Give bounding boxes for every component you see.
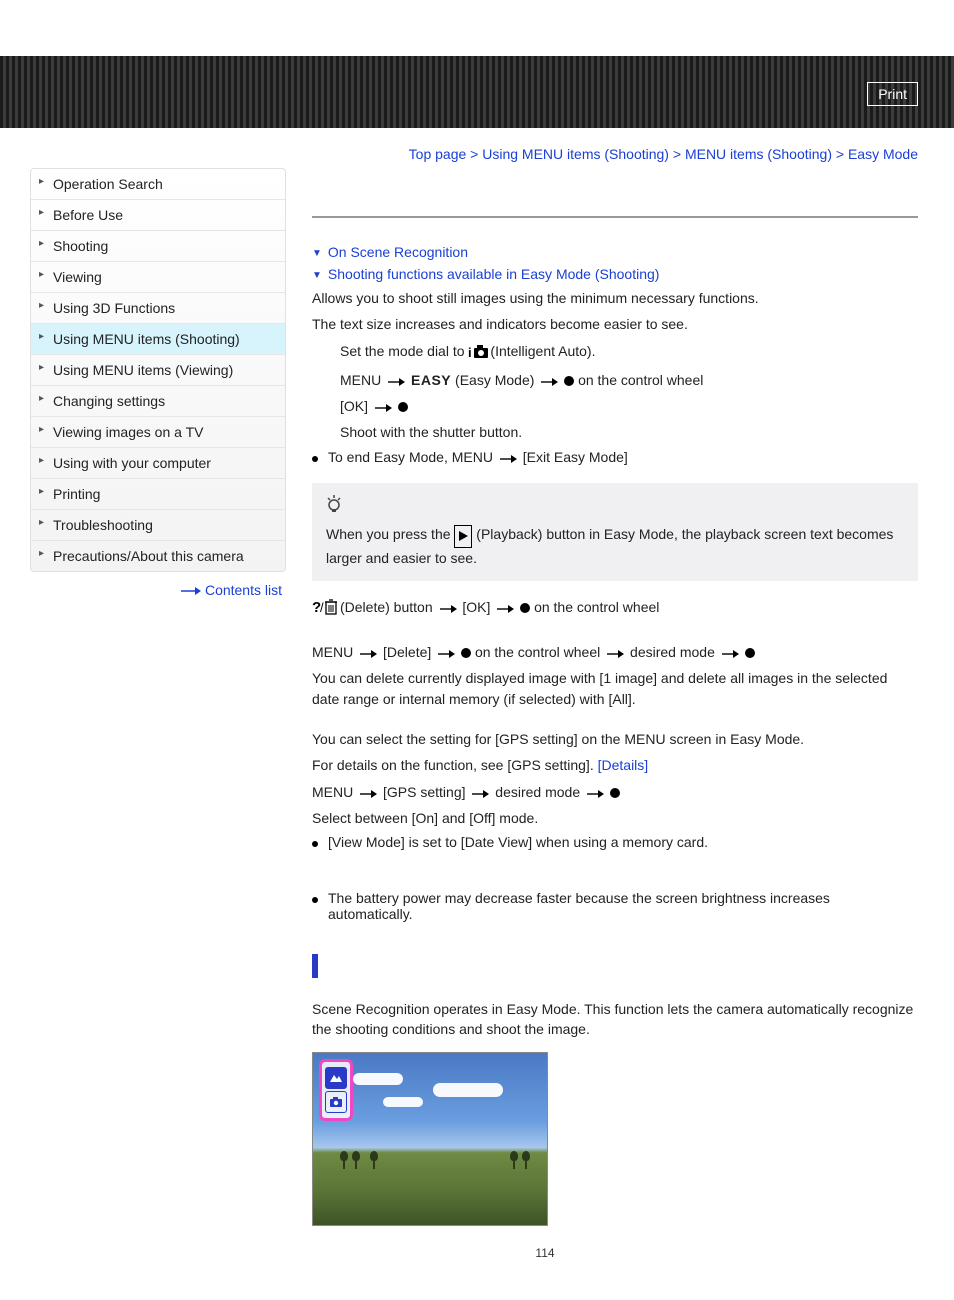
gps-p4: Select between [On] and [Off] mode. <box>312 808 918 828</box>
sidebar-item[interactable]: Printing <box>31 478 285 509</box>
arrow-icon <box>385 370 407 390</box>
print-button[interactable]: Print <box>867 82 918 106</box>
svg-text:/: / <box>320 600 324 615</box>
sidebar-item[interactable]: Shooting <box>31 230 285 261</box>
arrow-icon <box>494 597 516 617</box>
sidebar-item[interactable]: Viewing <box>31 261 285 292</box>
bullet-icon <box>312 897 318 903</box>
sidebar-item[interactable]: Troubleshooting <box>31 509 285 540</box>
step-4: Shoot with the shutter button. <box>340 422 918 442</box>
contents-list-row: Contents list <box>30 572 286 598</box>
easy-icon: EASY <box>411 372 451 388</box>
gps-p2: For details on the function, see [GPS se… <box>312 755 918 775</box>
anchor-shooting-functions[interactable]: Shooting functions available in Easy Mod… <box>312 266 918 282</box>
arrow-right-icon <box>181 582 201 598</box>
intelligent-auto-icon: i <box>468 344 490 364</box>
step-2: MENU EASY (Easy Mode) on the control whe… <box>340 370 918 390</box>
step-3: [OK] <box>340 396 918 416</box>
sidebar: Operation SearchBefore UseShootingViewin… <box>30 168 286 572</box>
crumb-top[interactable]: Top page <box>409 146 467 162</box>
sidebar-item[interactable]: Using 3D Functions <box>31 292 285 323</box>
center-button-icon <box>610 788 620 798</box>
scene-desc: Scene Recognition operates in Easy Mode.… <box>312 999 918 1040</box>
anchor-scene-recognition[interactable]: On Scene Recognition <box>312 244 918 260</box>
breadcrumb: Top page > Using MENU items (Shooting) >… <box>0 128 954 162</box>
delete-line-2: MENU [Delete] on the control wheel desir… <box>312 642 918 662</box>
intro-text-2: The text size increases and indicators b… <box>312 314 918 334</box>
arrow-icon <box>497 449 519 465</box>
sidebar-item[interactable]: Using MENU items (Shooting) <box>31 323 285 354</box>
intro-text-1: Allows you to shoot still images using t… <box>312 288 918 308</box>
arrow-icon <box>372 396 394 416</box>
bullet-icon <box>312 456 318 462</box>
bullet-icon <box>312 841 318 847</box>
gps-p1: You can select the setting for [GPS sett… <box>312 729 918 749</box>
top-bar: Print <box>0 56 954 128</box>
arrow-icon <box>719 642 741 662</box>
center-button-icon <box>520 603 530 613</box>
delete-desc: You can delete currently displayed image… <box>312 668 918 709</box>
hint-text: When you press the (Playback) button in … <box>326 524 904 569</box>
arrow-icon <box>357 642 379 662</box>
sidebar-item[interactable]: Operation Search <box>31 169 285 199</box>
arrow-icon <box>435 642 457 662</box>
center-button-icon <box>461 648 471 658</box>
crumb-l1[interactable]: Using MENU items (Shooting) <box>482 146 669 162</box>
scene-indicator-overlay <box>319 1059 353 1121</box>
sample-image <box>312 1052 548 1226</box>
divider <box>312 216 918 218</box>
sidebar-item[interactable]: Before Use <box>31 199 285 230</box>
step-4-bullet: To end Easy Mode, MENU [Exit Easy Mode] <box>312 449 918 465</box>
gps-p3: MENU [GPS setting] desired mode <box>312 782 918 802</box>
crumb-l2[interactable]: MENU items (Shooting) <box>685 146 832 162</box>
hint-box: When you press the (Playback) button in … <box>312 483 918 581</box>
main-content: On Scene Recognition Shooting functions … <box>286 162 918 1260</box>
arrow-icon <box>538 370 560 390</box>
crumb-l3[interactable]: Easy Mode <box>848 146 918 162</box>
hint-icon <box>326 495 904 516</box>
center-button-icon <box>745 648 755 658</box>
playback-icon <box>454 525 472 548</box>
gps-bullet: [View Mode] is set to [Date View] when u… <box>312 834 918 850</box>
svg-text:i: i <box>468 345 472 359</box>
contents-list-link[interactable]: Contents list <box>205 582 282 598</box>
arrow-icon <box>604 642 626 662</box>
center-button-icon <box>564 376 574 386</box>
delete-line-1: ?/(Delete) button [OK] on the control wh… <box>312 597 918 620</box>
question-delete-icon: ?/ <box>312 599 338 620</box>
sidebar-item[interactable]: Viewing images on a TV <box>31 416 285 447</box>
details-link[interactable]: [Details] <box>598 757 649 773</box>
landscape-icon <box>325 1067 347 1089</box>
center-button-icon <box>398 402 408 412</box>
arrow-icon <box>357 782 379 802</box>
sidebar-item[interactable]: Precautions/About this camera <box>31 540 285 571</box>
sidebar-item[interactable]: Using MENU items (Viewing) <box>31 354 285 385</box>
step-1: Set the mode dial to i(Intelligent Auto)… <box>340 341 918 364</box>
arrow-icon <box>437 597 459 617</box>
page-number: 114 <box>172 1246 918 1260</box>
sidebar-col: Operation SearchBefore UseShootingViewin… <box>30 162 286 598</box>
arrow-icon <box>584 782 606 802</box>
arrow-icon <box>469 782 491 802</box>
camera-icon <box>325 1091 347 1113</box>
sidebar-item[interactable]: Using with your computer <box>31 447 285 478</box>
note-bullet: The battery power may decrease faster be… <box>312 890 918 922</box>
sidebar-item[interactable]: Changing settings <box>31 385 285 416</box>
section-marker <box>312 954 318 978</box>
